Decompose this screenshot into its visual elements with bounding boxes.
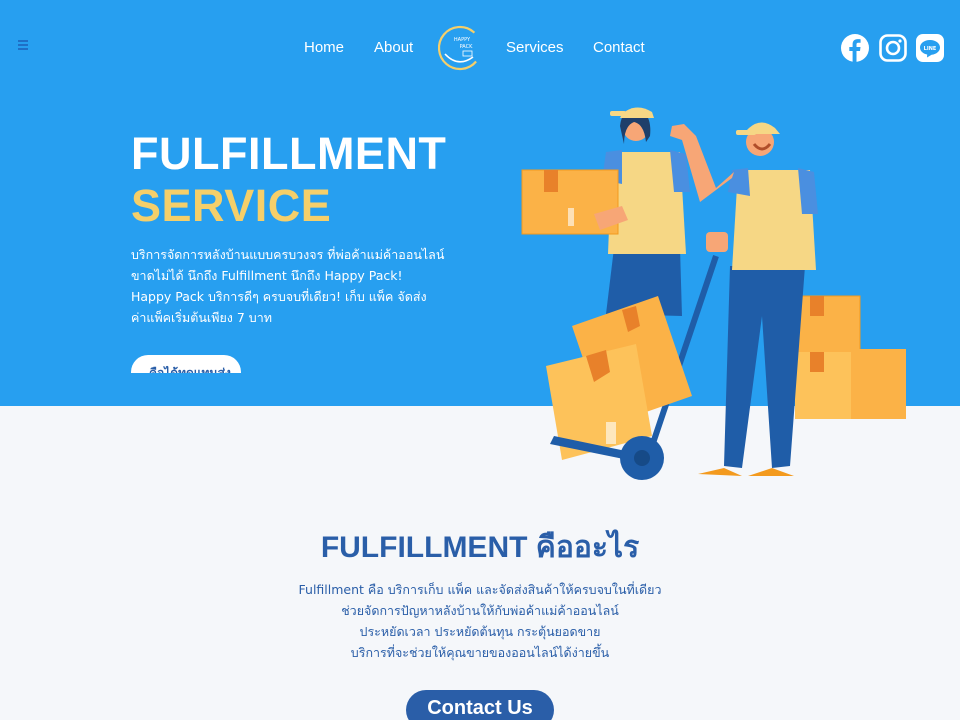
delivery-workers-illustration [521,107,906,480]
nav-home[interactable]: Home [304,39,344,56]
nav-services[interactable]: Services [506,39,564,56]
contact-us-button[interactable]: Contact Us [406,690,554,720]
line-icon-text: LINE [924,46,937,52]
facebook-icon[interactable] [840,33,870,63]
about-body: Fulfillment คือ บริการเก็บ แพ็ค และจัดส่… [0,579,960,663]
about-line: Fulfillment คือ บริการเก็บ แพ็ค และจัดส่… [298,582,662,597]
hero-subtitle: SERVICE [131,180,332,231]
hero-cta-button[interactable]: คือได้ทดแทนส่ง [131,355,241,373]
hero-cta-wrapper: คือได้ทดแทนส่ง [131,355,243,373]
about-line: ประหยัดเวลา ประหยัดต้นทุน กระตุ้นยอดขาย [359,624,601,639]
instagram-icon[interactable] [878,33,908,63]
happy-pack-logo[interactable]: HAPPY PACK [436,24,484,72]
logo-text-1: HAPPY [454,37,471,43]
about-line: ช่วยจัดการปัญหาหลังบ้านให้กับพ่อค้าแม่ค้… [341,603,619,618]
hero-desc-line: ขาดไม่ได้ นึกถึง Fulfillment นึกถึง Happ… [131,268,403,283]
nav-about[interactable]: About [374,39,413,56]
hero-desc-line: Happy Pack บริการดีๆ ครบจบที่เดียว! เก็บ… [131,289,427,304]
about-title: FULFILLMENT คืออะไร [320,531,640,564]
hero-title: FULFILLMENT [131,128,447,179]
top-nav: Home About HAPPY PACK Services Contact L… [0,0,960,96]
logo-text-2: PACK [460,44,474,50]
about-line: บริการที่จะช่วยให้คุณขายของออนไลน์ได้ง่า… [350,645,610,660]
nav-contact[interactable]: Contact [593,39,645,56]
hero-description: บริการจัดการหลังบ้านแบบครบวงจร ที่พ่อค้า… [131,244,451,328]
hamburger-icon[interactable] [14,38,34,58]
line-icon[interactable]: LINE [915,33,945,63]
hero-desc-line: บริการจัดการหลังบ้านแบบครบวงจร ที่พ่อค้า… [131,247,445,262]
hero-desc-line: ค่าแพ็คเริ่มต้นเพียง 7 บาท [131,310,272,325]
